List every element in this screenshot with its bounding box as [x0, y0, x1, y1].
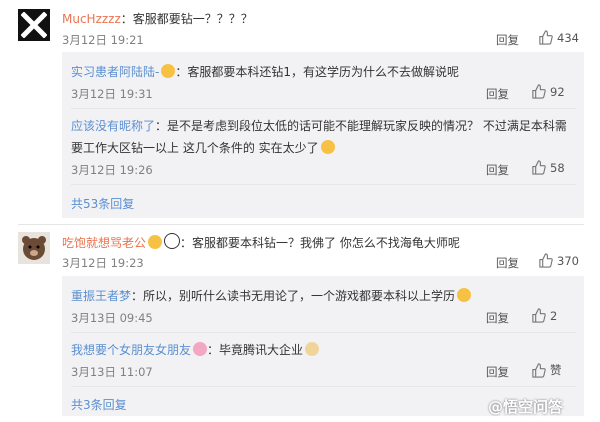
like-count: 58	[550, 160, 565, 175]
emoji-icon	[320, 140, 335, 154]
divider	[71, 332, 576, 333]
watermark: @悟空问答	[488, 396, 563, 417]
reply-body: 重振王者梦：所以，别听什么读书无用论了，一个游戏都要本科以上学历	[71, 287, 472, 304]
reply-reply-button[interactable]: 回复	[486, 364, 509, 380]
reply-like-button[interactable]: 92	[531, 84, 565, 99]
like-count: 92	[550, 84, 565, 99]
bear-avatar-icon	[22, 236, 46, 260]
reply-body-cont: 要工作大区钻一以上 这几个条件的 实在太少了	[71, 139, 335, 156]
like-count: 434	[557, 30, 579, 45]
reply-button[interactable]: 回复	[496, 32, 519, 48]
reply-text-line1: ：是不是考虑到段位太低的话可能不能理解玩家反映的情况？ 不过满足本科需	[155, 119, 567, 133]
heart-emoji-icon	[193, 342, 208, 356]
more-replies-link[interactable]: 共3条回复	[71, 396, 127, 413]
timestamp: 3月12日 19:21	[62, 33, 144, 47]
username[interactable]: 吃饱就想骂老公	[62, 236, 146, 250]
reply-username[interactable]: 应该没有昵称了	[71, 119, 155, 133]
watermark-text: @悟空问答	[488, 398, 564, 416]
comment-body: MucHzzzz：客服都要钻一？？？？	[62, 10, 253, 27]
avatar[interactable]	[18, 9, 50, 41]
reply-username[interactable]: 实习患者阿陆陆-	[71, 65, 159, 79]
comment-text: ：客服都要钻一？？？？	[120, 12, 253, 26]
thumbs-up-icon	[539, 253, 553, 268]
reply-like-button[interactable]: 58	[531, 160, 565, 175]
panda-icon	[164, 233, 181, 249]
reply-timestamp: 3月13日 09:45	[71, 311, 153, 325]
reply-text-line2: 要工作大区钻一以上 这几个条件的 实在太少了	[71, 141, 319, 155]
thumbs-up-icon	[532, 84, 546, 99]
reply-username[interactable]: 重振王者梦	[71, 289, 131, 303]
comment-text: ：客服都要本科钻一？我佛了 你怎么不找海龟大师呢	[180, 236, 460, 250]
dog-emoji-icon	[305, 342, 320, 356]
reply-text: ：客服都要本科还钻1，有这学历为什么不去做解说呢	[175, 65, 459, 79]
like-button[interactable]: 370	[538, 253, 579, 268]
username[interactable]: MucHzzzz	[62, 12, 121, 26]
reply-reply-button[interactable]: 回复	[486, 86, 509, 102]
emoji-badge-icon	[148, 235, 163, 249]
timestamp: 3月12日 19:23	[62, 256, 144, 270]
reply-text: ：所以，别听什么读书无用论了，一个游戏都要本科以上学历	[131, 289, 456, 303]
reply-timestamp: 3月13日 11:07	[71, 365, 153, 379]
emoji-badge-icon	[161, 64, 176, 78]
reply-text: ：毕竟腾讯大企业	[207, 343, 304, 357]
thumbs-up-icon	[532, 362, 546, 378]
reply-timestamp: 3月12日 19:31	[71, 87, 153, 101]
reply-like-button[interactable]: 赞	[531, 362, 562, 378]
divider	[71, 108, 576, 109]
reply-username[interactable]: 我想要个女朋友女朋友	[71, 343, 191, 357]
reply-reply-button[interactable]: 回复	[486, 162, 509, 178]
divider	[71, 184, 576, 185]
comment-divider	[18, 224, 584, 225]
thumbs-up-icon	[532, 160, 546, 175]
comment-body: 吃饱就想骂老公 ：客服都要本科钻一？我佛了 你怎么不找海龟大师呢	[62, 233, 460, 251]
divider	[71, 386, 576, 387]
more-replies-link[interactable]: 共53条回复	[71, 195, 134, 212]
emoji-icon	[457, 288, 472, 302]
like-button[interactable]: 434	[538, 30, 579, 45]
reply-body: 我想要个女朋友女朋友 ：毕竟腾讯大企业	[71, 341, 320, 358]
thumbs-up-icon	[539, 30, 553, 45]
x-logo-icon	[21, 12, 47, 38]
thumbs-up-icon	[532, 308, 546, 323]
like-count: 2	[550, 308, 558, 323]
reply-reply-button[interactable]: 回复	[486, 310, 509, 326]
reply-timestamp: 3月12日 19:26	[71, 163, 153, 177]
like-count: 370	[557, 253, 579, 268]
reply-body: 应该没有昵称了：是不是考虑到段位太低的话可能不能理解玩家反映的情况？ 不过满足本…	[71, 117, 567, 134]
like-count: 赞	[550, 363, 562, 377]
reply-button[interactable]: 回复	[496, 255, 519, 271]
reply-like-button[interactable]: 2	[531, 308, 557, 323]
avatar[interactable]	[18, 232, 50, 264]
reply-body: 实习患者阿陆陆- ：客服都要本科还钻1，有这学历为什么不去做解说呢	[71, 63, 459, 80]
